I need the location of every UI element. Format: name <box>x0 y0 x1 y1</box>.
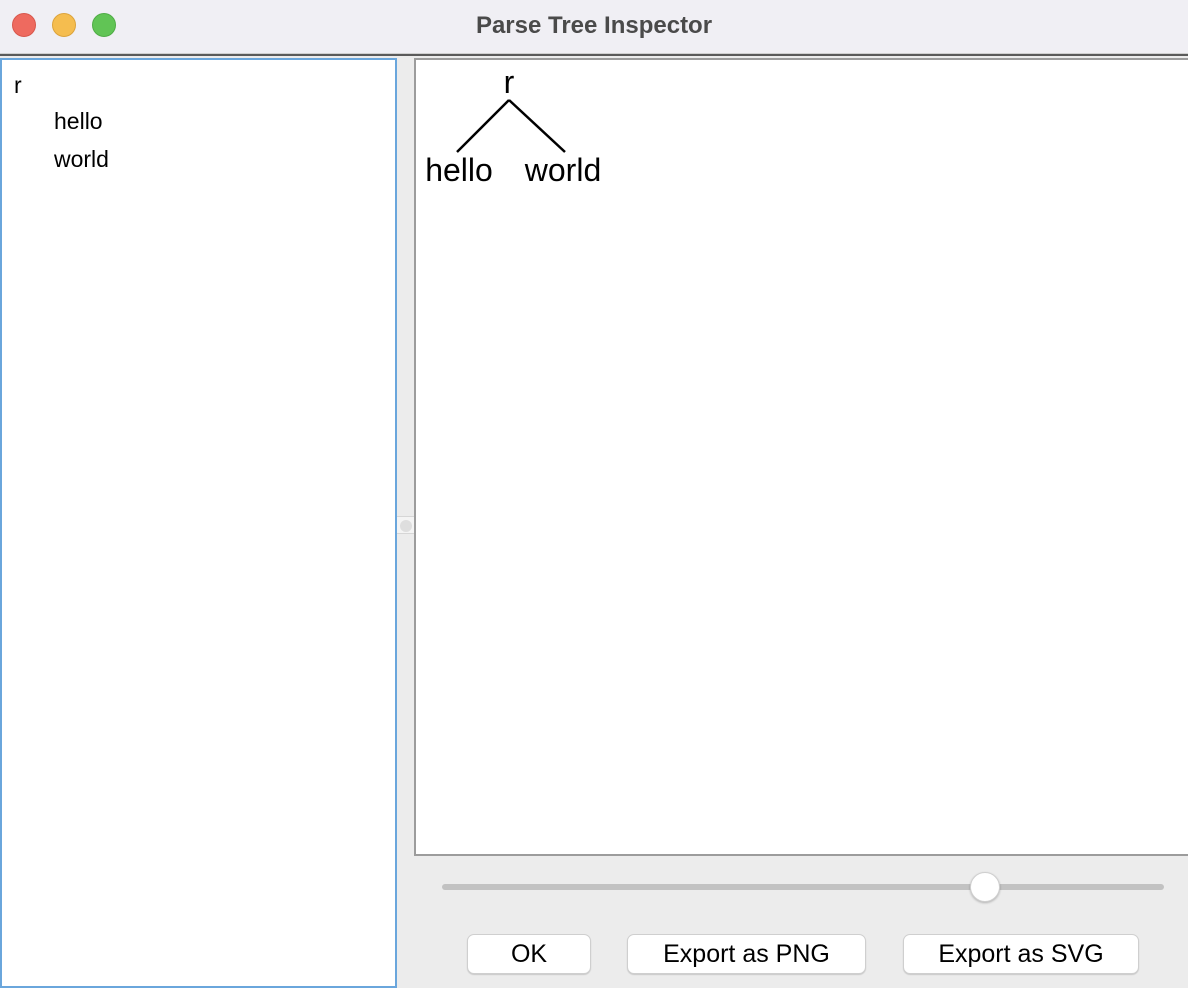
zoom-slider[interactable] <box>442 872 1164 902</box>
title-bar: Parse Tree Inspector <box>0 0 1188 56</box>
export-png-button[interactable]: Export as PNG <box>627 934 866 974</box>
tree-node-root[interactable]: r <box>14 72 22 99</box>
tree-node-world[interactable]: world <box>54 146 109 173</box>
diagram-node-hello: hello <box>425 152 493 188</box>
edge-root-world <box>508 99 566 153</box>
tree-node-hello[interactable]: hello <box>54 108 103 135</box>
split-pane-divider-handle[interactable] <box>397 516 415 534</box>
parse-tree-canvas: r hello world <box>414 58 1188 856</box>
ok-button[interactable]: OK <box>467 934 591 974</box>
window-title: Parse Tree Inspector <box>475 12 713 39</box>
export-svg-button[interactable]: Export as SVG <box>903 934 1139 974</box>
zoom-slider-track[interactable] <box>442 884 1164 890</box>
tree-view-panel[interactable]: r hello world <box>0 58 397 988</box>
diagram-node-world: world <box>524 152 601 188</box>
parse-tree-diagram: r hello world <box>425 64 601 188</box>
diagram-node-root: r <box>504 64 515 100</box>
edge-root-hello <box>456 99 510 153</box>
zoom-slider-thumb[interactable] <box>970 872 1000 902</box>
